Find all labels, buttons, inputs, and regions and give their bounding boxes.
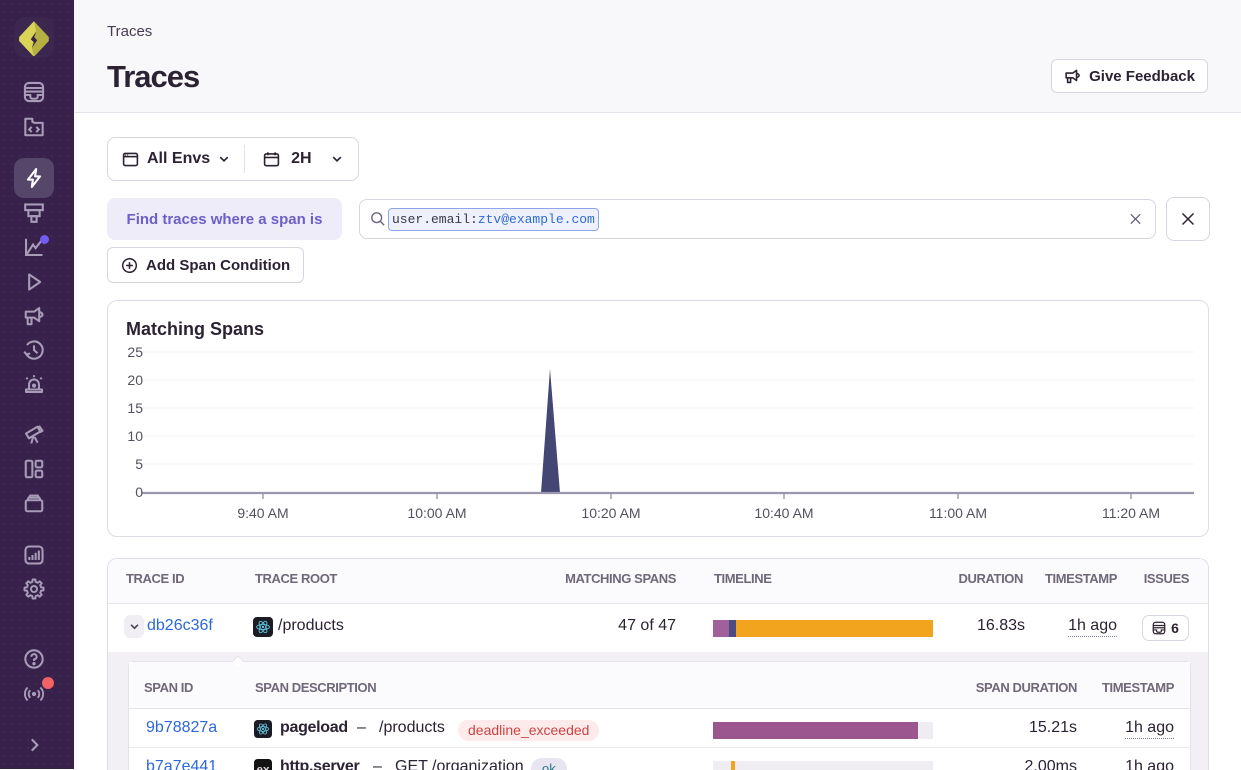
svg-text:11:20 AM: 11:20 AM [1102, 505, 1160, 521]
svg-text:11:00 AM: 11:00 AM [929, 505, 987, 521]
svg-text:15: 15 [127, 400, 143, 416]
svg-text:0: 0 [135, 484, 143, 500]
svg-text:10:20 AM: 10:20 AM [581, 505, 640, 521]
svg-text:25: 25 [127, 344, 143, 360]
svg-text:20: 20 [127, 372, 143, 388]
svg-text:10:40 AM: 10:40 AM [754, 505, 813, 521]
svg-text:10: 10 [127, 428, 143, 444]
svg-text:5: 5 [135, 456, 143, 472]
svg-text:10:00 AM: 10:00 AM [407, 505, 466, 521]
svg-text:ex: ex [256, 763, 270, 770]
svg-text:9:40 AM: 9:40 AM [237, 505, 288, 521]
